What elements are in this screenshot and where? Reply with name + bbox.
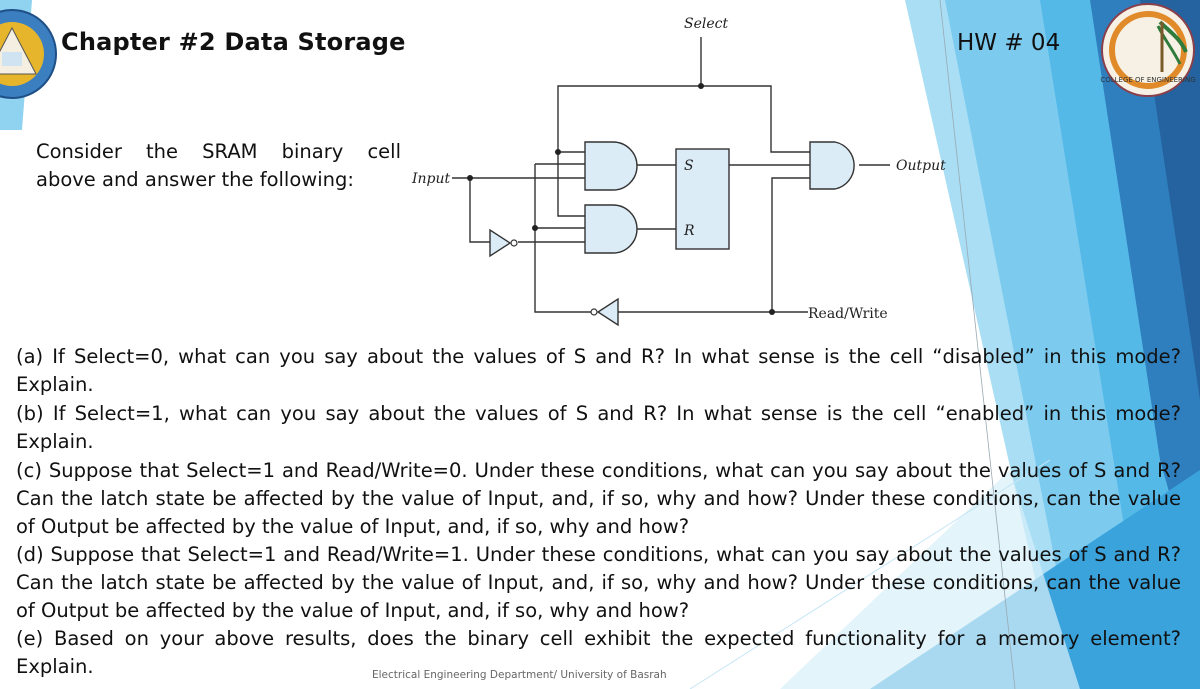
intro-line-1: Consider the SRAM binary cell [36, 140, 401, 163]
footer-text: Electrical Engineering Department/ Unive… [372, 669, 667, 681]
college-logo-icon: COLLEGE OF ENGINEERING [1100, 3, 1196, 97]
question-d: (d) Suppose that Select=1 and Read/Write… [16, 542, 1181, 622]
inverter-read-write-icon [596, 297, 619, 327]
university-logo-icon [0, 9, 57, 99]
latch-s-label: S [684, 158, 694, 174]
junction-dot [467, 175, 473, 181]
intro-line-2: above and answer the following: [36, 168, 354, 191]
slide-title: Chapter #2 Data Storage [61, 28, 406, 56]
and-gate-output [809, 141, 855, 190]
input-label: Input [411, 171, 451, 187]
junction-dot [769, 309, 775, 315]
select-label: Select [684, 16, 728, 32]
intro-text: Consider the SRAM binary cell above and … [36, 138, 401, 194]
junction-dot [555, 149, 561, 155]
college-logo-text: COLLEGE OF ENGINEERING [1100, 76, 1195, 84]
and-gate-bottom [584, 204, 638, 254]
sram-cell-diagram: Select Input Output Read/Write S R [411, 16, 946, 327]
junction-dot [532, 225, 538, 231]
and-gate-top [584, 141, 638, 191]
latch-r-label: R [683, 223, 695, 239]
question-a: (a) If Select=0, what can you say about … [16, 345, 1181, 397]
inverter-input-icon [489, 228, 512, 258]
question-c: (c) Suppose that Select=1 and Read/Write… [16, 458, 1181, 538]
homework-number: HW # 04 [957, 30, 1061, 56]
question-b: (b) If Select=1, what can you say about … [16, 401, 1181, 454]
junction-dot [698, 83, 704, 89]
output-label: Output [896, 158, 946, 174]
question-list: (a) If Select=0, what can you say about … [16, 343, 1181, 681]
read-write-label: Read/Write [808, 306, 888, 322]
